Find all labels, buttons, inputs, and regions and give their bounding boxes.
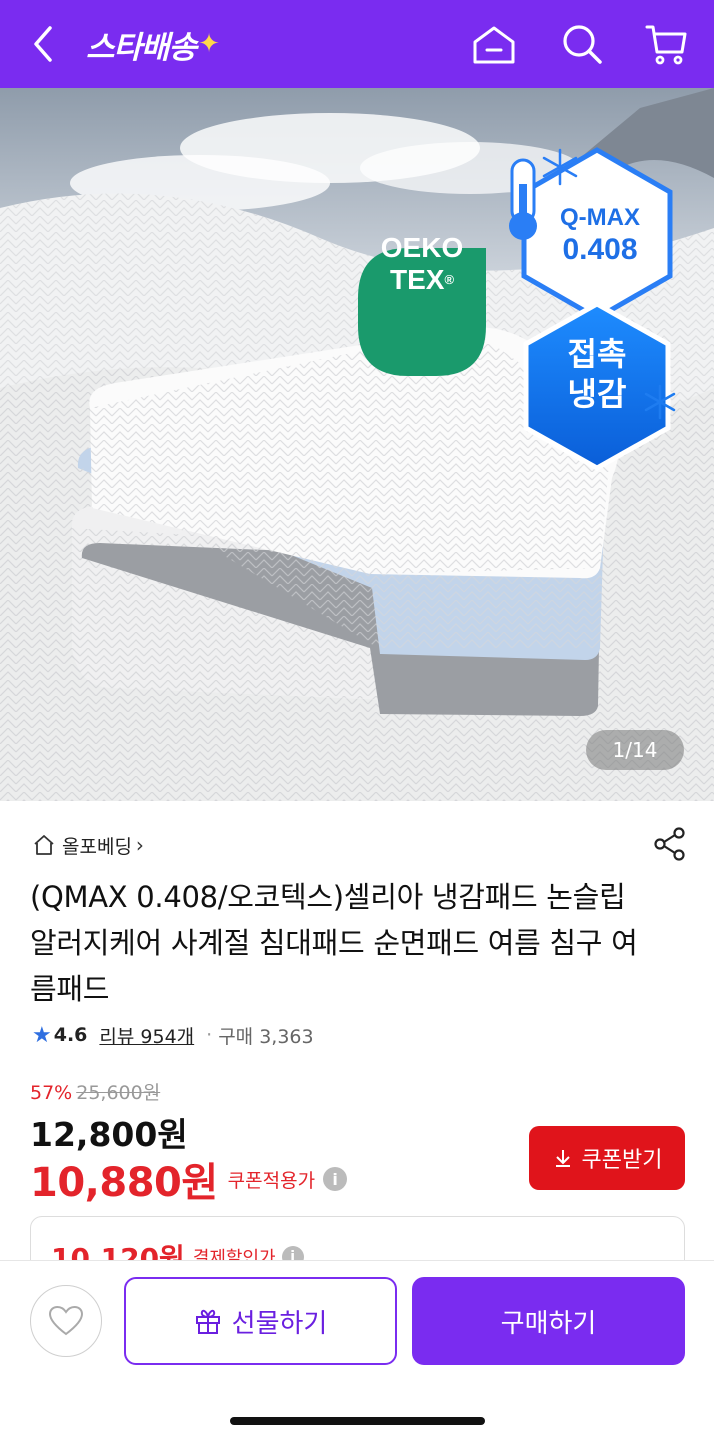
logo-text: 스타배송 (86, 29, 197, 66)
rating-score: 4.6 (53, 1024, 88, 1046)
gift-label: 선물하기 (231, 1308, 328, 1339)
cool-line2: 냉감 (567, 375, 627, 413)
info-icon[interactable]: i (323, 1167, 348, 1191)
rating-row: ★ 4.6 리뷰 954개 · 구매 3,363 (32, 1020, 314, 1050)
discount-row: 57% 25,600원 (30, 1078, 160, 1105)
back-icon (34, 26, 52, 62)
search-icon (563, 25, 602, 64)
search-button[interactable] (558, 20, 606, 68)
review-link[interactable]: 리뷰 954개 (99, 1022, 194, 1049)
gift-button[interactable]: 선물하기 (124, 1277, 397, 1365)
tex-text: TEX (389, 264, 445, 295)
bottom-action-bar: 선물하기 구매하기 (0, 1260, 714, 1440)
product-image-carousel[interactable]: OEKO TEX® Q-MAX 0.408 접촉 냉감 1/14 (0, 88, 714, 801)
store-icon (34, 835, 54, 855)
separator-dot: · (206, 1024, 213, 1046)
cart-button[interactable] (642, 20, 690, 68)
qmax-value: 0.408 (562, 233, 638, 266)
wishlist-button[interactable] (30, 1285, 102, 1357)
back-button[interactable] (26, 22, 62, 66)
qmax-badge: Q-MAX 0.408 (536, 192, 664, 278)
home-indicator (230, 1417, 485, 1425)
cart-icon (645, 25, 687, 65)
gift-icon (195, 1309, 220, 1334)
buy-button[interactable]: 구매하기 (412, 1277, 685, 1365)
coupon-price-row: 10,880원 쿠폰적용가 i (30, 1150, 348, 1208)
coupon-price: 10,880원 (30, 1160, 218, 1206)
share-icon (654, 827, 685, 861)
oeko-tex-badge: OEKO TEX® (358, 200, 486, 328)
image-pager: 1/14 (586, 730, 684, 770)
contact-cooling-badge: 접촉 냉감 (540, 324, 654, 424)
oeko-text: OEKO (380, 232, 464, 263)
download-icon (555, 1150, 570, 1167)
star-icon: ★ (32, 1022, 52, 1048)
get-coupon-label: 쿠폰받기 (581, 1148, 663, 1173)
heart-icon (48, 1305, 84, 1336)
sale-price: 12,800원 (30, 1115, 188, 1154)
product-title: (QMAX 0.408/오코텍스)셀리아 냉감패드 논슬립 알러지케어 사계절 … (30, 880, 638, 1006)
qmax-label: Q-MAX (560, 204, 640, 231)
sparkle-icon: ✦ (198, 29, 220, 59)
share-button[interactable] (652, 826, 688, 862)
cool-line1: 접촉 (567, 335, 627, 373)
store-link[interactable]: 올포베딩 › (32, 830, 144, 860)
home-icon (473, 26, 515, 64)
coupon-price-label: 쿠폰적용가 (227, 1169, 316, 1192)
chevron-right-icon: › (135, 833, 144, 857)
original-price: 25,600원 (76, 1082, 161, 1104)
registered-mark: ® (444, 272, 455, 287)
purchase-count: 구매 3,363 (218, 1025, 314, 1048)
get-coupon-button[interactable]: 쿠폰받기 (529, 1126, 685, 1190)
brand-logo[interactable]: 스타배송 ✦ (86, 22, 220, 66)
store-name: 올포베딩 (62, 835, 132, 858)
buy-label: 구매하기 (500, 1308, 597, 1339)
home-button[interactable] (470, 20, 518, 68)
top-app-bar: 스타배송 ✦ (0, 0, 714, 88)
discount-percent: 57% (30, 1082, 73, 1104)
